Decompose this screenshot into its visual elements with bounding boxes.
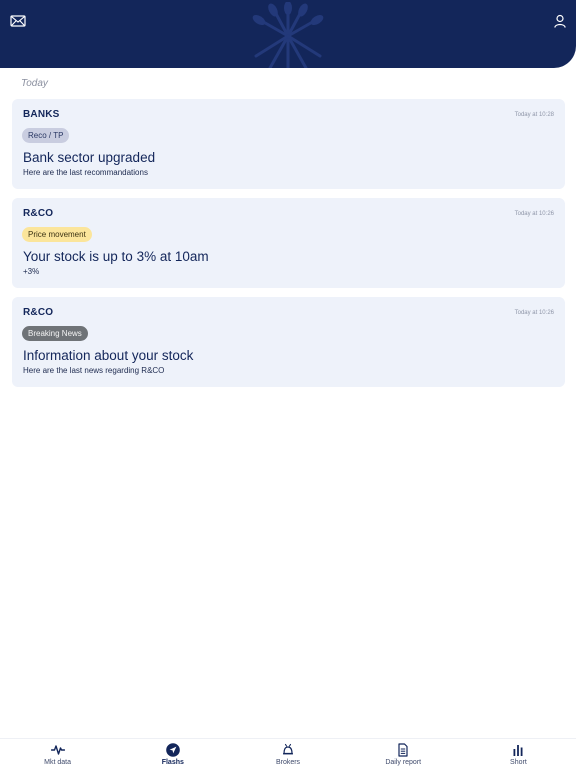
flash-category-badge: Breaking News [22,326,88,341]
section-label-today: Today [21,78,48,89]
flash-card[interactable]: R&CO Today at 10:26 Price movement Your … [12,198,565,288]
flash-company: BANKS [23,109,60,120]
nav-item-mkt-data[interactable]: Mkt data [0,739,115,768]
document-icon [398,743,408,757]
nav-label: Brokers [275,759,301,766]
flash-company: R&CO [23,307,54,318]
flash-time: Today at 10:28 [514,112,554,118]
flash-card[interactable]: BANKS Today at 10:28 Reco / TP Bank sect… [12,99,565,189]
nav-label: Short [510,759,527,766]
nav-label: Daily report [385,759,422,766]
flash-company: R&CO [23,208,54,219]
flash-subtitle: Here are the last recommandations [23,168,148,177]
flash-time: Today at 10:26 [514,211,554,217]
flash-card[interactable]: R&CO Today at 10:26 Breaking News Inform… [12,297,565,387]
nav-item-short[interactable]: Short [461,739,576,768]
flash-category-badge: Price movement [22,227,92,242]
flash-title: Bank sector upgraded [23,150,156,165]
nav-label: Mkt data [44,759,72,766]
wheat-sheaf-logo [252,2,324,68]
flash-title: Your stock is up to 3% at 10am [23,249,209,264]
bottom-navigation: Mkt data Flashs Brokers Daily report Sho… [0,738,576,768]
bar-chart-icon [513,745,523,756]
flash-title: Information about your stock [23,348,194,363]
user-icon[interactable] [552,13,568,29]
nav-label: Flashs [161,759,184,766]
nav-item-daily-report[interactable]: Daily report [346,739,461,768]
flash-subtitle: +3% [23,267,40,276]
bell-icon [283,743,293,755]
pulse-icon [50,745,65,755]
flash-category-badge: Reco / TP [22,128,70,143]
nav-item-flashs[interactable]: Flashs [115,739,230,768]
paper-plane-icon [165,743,180,757]
app-header [0,0,576,68]
nav-item-brokers[interactable]: Brokers [230,739,345,768]
envelope-icon[interactable] [10,13,26,29]
flash-time: Today at 10:26 [514,310,554,316]
flash-subtitle: Here are the last news regarding R&CO [23,366,165,375]
